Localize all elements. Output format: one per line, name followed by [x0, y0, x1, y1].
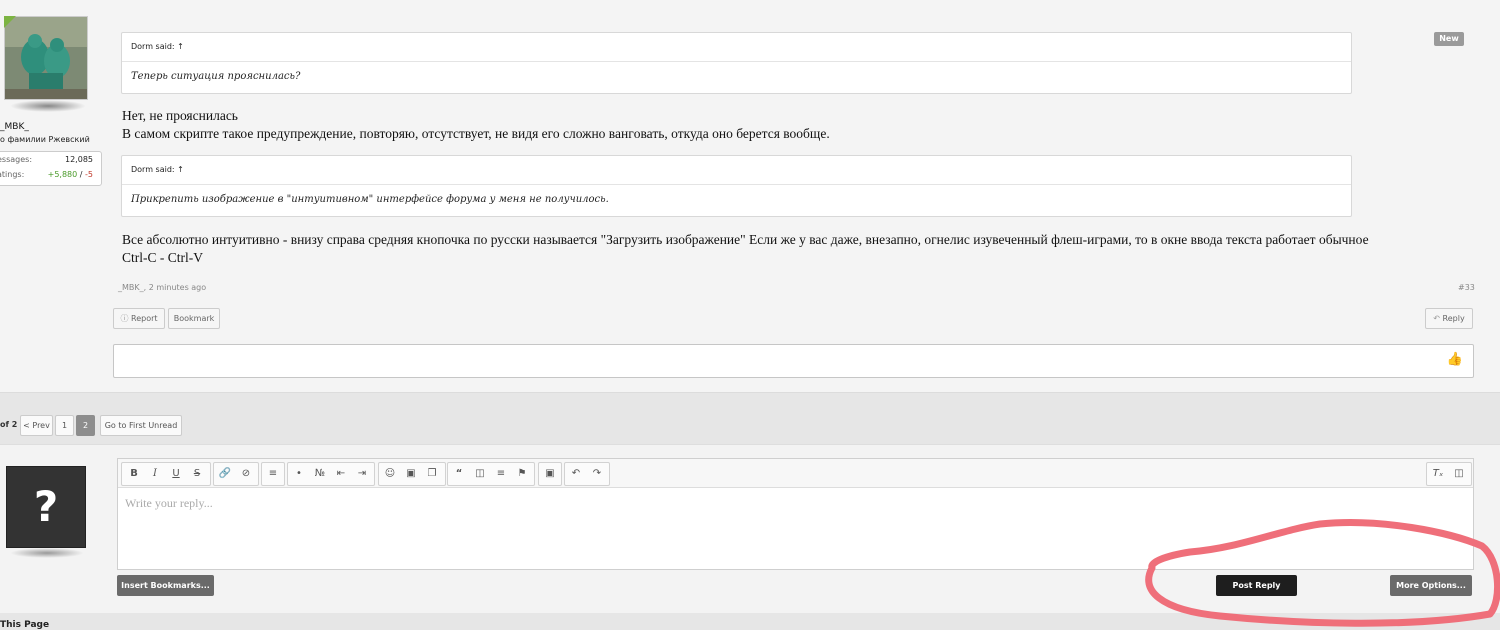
code-icon[interactable]: ◫ — [470, 463, 490, 485]
undo-icon[interactable]: ↶ — [566, 463, 586, 485]
unlink-icon[interactable]: ⊘ — [236, 463, 256, 485]
username[interactable]: _MBK_ — [0, 122, 29, 132]
toolbar-group-history: ↶ ↷ — [564, 462, 610, 486]
user-title: о фамилии Ржевский — [0, 135, 90, 144]
rating-positive: +5,880 — [47, 170, 78, 179]
post-body: Все абсолютно интуитивно - внизу справа … — [122, 231, 1452, 267]
reply-icon: ↶ — [1433, 314, 1440, 323]
guest-avatar: ? — [6, 466, 86, 548]
reply-button[interactable]: ↶ Reply — [1425, 308, 1473, 329]
post-body: Нет, не прояснилась В самом скрипте тако… — [122, 107, 1442, 143]
italic-button[interactable]: I — [145, 463, 165, 485]
indent-icon[interactable]: ⇥ — [352, 463, 372, 485]
link-icon[interactable]: 🔗 — [215, 463, 235, 485]
page-link-2[interactable]: 2 — [76, 415, 95, 436]
prev-page-link[interactable]: < Prev — [20, 415, 53, 436]
toolbar-group-tools: Tₓ ◫ — [1426, 462, 1472, 486]
toolbar-group-align: ≡ — [261, 462, 285, 486]
thumbs-up-icon[interactable]: 👍 — [1447, 352, 1463, 367]
toolbar-group-links: 🔗 ⊘ — [213, 462, 259, 486]
post-text-line: Все абсолютно интуитивно - внизу справа … — [122, 232, 1369, 247]
strikethrough-button[interactable]: S — [187, 463, 207, 485]
save-draft-icon[interactable]: ▣ — [540, 463, 560, 485]
bullet-list-icon[interactable]: • — [289, 463, 309, 485]
stat-ratings: atings: +5,880 / -5 — [0, 170, 97, 184]
toolbar-group-insert: “ ◫ ≡ ⚑ — [447, 462, 535, 486]
post-text-line: В самом скрипте такое предупреждение, по… — [122, 126, 830, 141]
stat-label: essages: — [0, 155, 33, 164]
toolbar-group-lists: • № ⇤ ⇥ — [287, 462, 375, 486]
page-count: of 2 — [0, 420, 18, 429]
annotation-circle — [1145, 519, 1500, 627]
post-text-line: Ctrl-C - Ctrl-V — [122, 250, 203, 265]
user-stats: essages: 12,085 atings: +5,880 / -5 — [0, 151, 102, 186]
online-indicator — [4, 16, 16, 28]
post-container: _MBK_ о фамилии Ржевский essages: 12,085… — [0, 0, 1500, 393]
quote-author[interactable]: Dorm said: ↑ — [122, 33, 1351, 62]
quote-block: Dorm said: ↑ Прикрепить изображение в "и… — [121, 155, 1352, 217]
media-icon[interactable]: ❐ — [422, 463, 442, 485]
redo-icon[interactable]: ↷ — [587, 463, 607, 485]
php-icon[interactable]: ≡ — [491, 463, 511, 485]
bookmark-button[interactable]: Bookmark — [168, 308, 220, 329]
post-permalink[interactable]: #33 — [1458, 283, 1475, 292]
remove-format-icon[interactable]: Tₓ — [1428, 463, 1448, 485]
avatar-shadow — [10, 100, 86, 112]
image-icon[interactable]: ▣ — [401, 463, 421, 485]
reply-label: Reply — [1442, 314, 1465, 323]
editor-toolbar: B I U S 🔗 ⊘ ≡ • № ⇤ ⇥ ☺ ▣ ❐ “ ◫ ≡ ⚑ ▣ ↶ … — [118, 459, 1473, 488]
reply-placeholder: Write your reply... — [125, 496, 213, 510]
underline-button[interactable]: U — [166, 463, 186, 485]
quote-icon[interactable]: “ — [449, 463, 469, 485]
toolbar-group-format: B I U S — [121, 462, 211, 486]
new-badge: New — [1434, 32, 1464, 46]
insert-bookmarks-button[interactable]: Insert Bookmarks... — [117, 575, 214, 596]
report-icon: ⓘ — [120, 314, 129, 323]
bookmark-label: Bookmark — [173, 314, 215, 323]
toolbar-group-media: ☺ ▣ ❐ — [378, 462, 446, 486]
stat-value: 12,085 — [65, 155, 93, 164]
quote-block: Dorm said: ↑ Теперь ситуация прояснилась… — [121, 32, 1352, 94]
post-text-line: Нет, не прояснилась — [122, 108, 238, 123]
quote-author[interactable]: Dorm said: ↑ — [122, 156, 1351, 185]
rating-separator: / — [77, 170, 86, 179]
page-link-1[interactable]: 1 — [55, 415, 74, 436]
smiley-icon[interactable]: ☺ — [380, 463, 400, 485]
outdent-icon[interactable]: ⇤ — [331, 463, 351, 485]
post-meta[interactable]: _MBK_, 2 minutes ago — [118, 283, 206, 292]
toolbar-group-save: ▣ — [538, 462, 562, 486]
stat-value: +5,880 / -5 — [48, 170, 93, 179]
stat-messages: essages: 12,085 — [0, 155, 97, 169]
report-button[interactable]: ⓘ Report — [113, 308, 165, 329]
user-sidebar: _MBK_ о фамилии Ржевский essages: 12,085… — [0, 0, 112, 392]
numbered-list-icon[interactable]: № — [310, 463, 330, 485]
first-unread-link[interactable]: Go to First Unread — [100, 415, 182, 436]
avatar[interactable] — [4, 16, 88, 100]
flag-icon[interactable]: ⚑ — [512, 463, 532, 485]
quote-text: Теперь ситуация прояснилась? — [131, 71, 301, 82]
avatar-shadow — [10, 548, 84, 558]
toggle-bbcode-icon[interactable]: ◫ — [1449, 463, 1469, 485]
report-label: Report — [131, 314, 158, 323]
like-bar: 👍 — [113, 344, 1474, 378]
avatar-image — [5, 17, 87, 99]
quote-text: Прикрепить изображение в "интуитивном" и… — [131, 194, 609, 205]
stat-label: atings: — [0, 170, 25, 179]
bold-button[interactable]: B — [124, 463, 144, 485]
align-left-icon[interactable]: ≡ — [263, 463, 283, 485]
rating-negative: -5 — [85, 170, 93, 179]
